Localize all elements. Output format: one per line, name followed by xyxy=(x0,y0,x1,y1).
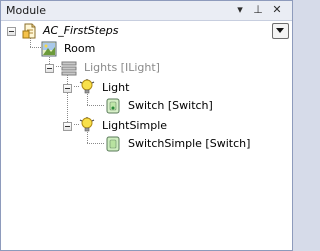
tree-node-light-simple[interactable]: LightSimple xyxy=(1,117,201,134)
panel-titlebar: Module ▾ ⊥ ✕ xyxy=(1,1,292,21)
tree-node-switch-simple[interactable]: SwitchSimple [Switch] xyxy=(1,136,251,152)
lightbulb-icon xyxy=(79,79,95,95)
tree-node-lights[interactable]: Lights [ILight] xyxy=(1,60,221,76)
pin-button[interactable]: ⊥ xyxy=(251,3,265,17)
tree-node-label: LightSimple xyxy=(102,119,168,132)
collapse-toggle[interactable] xyxy=(63,84,72,93)
panel-menu-button[interactable]: ▾ xyxy=(233,3,247,17)
tree-node-label: Switch [Switch] xyxy=(128,99,213,112)
module-tree-view[interactable]: AC_FirstSteps Room Lights [ILight] Light… xyxy=(1,21,292,250)
close-button[interactable]: ✕ xyxy=(270,3,284,17)
switch-icon xyxy=(105,98,121,114)
list-icon xyxy=(61,60,77,76)
tree-node-root[interactable]: AC_FirstSteps xyxy=(1,23,201,39)
switch-icon xyxy=(105,136,121,152)
tree-node-room[interactable]: Room xyxy=(1,41,201,57)
chevron-down-icon xyxy=(276,28,284,33)
panel-title: Module xyxy=(6,4,46,17)
collapse-toggle[interactable] xyxy=(63,122,72,131)
tree-node-label: Room xyxy=(64,42,96,55)
tree-node-label: Lights [ILight] xyxy=(84,61,160,74)
tree-options-dropdown[interactable] xyxy=(272,23,289,39)
collapse-toggle[interactable] xyxy=(45,64,54,73)
room-picture-icon xyxy=(41,41,57,57)
document-icon xyxy=(22,23,38,39)
tree-node-label: SwitchSimple [Switch] xyxy=(128,137,251,150)
tree-node-label: AC_FirstSteps xyxy=(43,24,119,37)
tree-node-light[interactable]: Light xyxy=(1,79,201,96)
tree-node-switch[interactable]: Switch [Switch] xyxy=(1,98,221,114)
collapse-toggle[interactable] xyxy=(7,27,16,36)
module-panel: Module ▾ ⊥ ✕ AC_FirstSteps Room Lights [… xyxy=(0,0,293,251)
lightbulb-icon xyxy=(79,117,95,133)
tree-node-label: Light xyxy=(102,81,130,94)
